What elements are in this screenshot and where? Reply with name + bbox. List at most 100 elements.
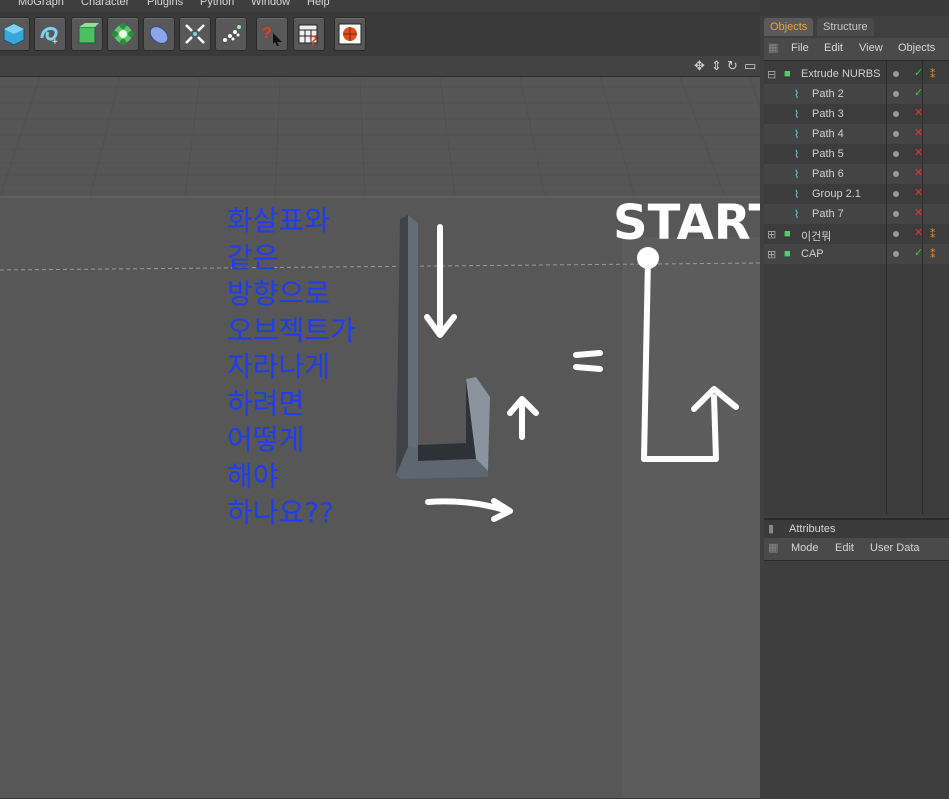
help-cursor-icon: ?: [262, 25, 282, 46]
spline-icon: ⌇: [794, 209, 800, 221]
question-line: 방향으로: [227, 277, 331, 310]
tree-item-label: 이건뭐: [801, 231, 832, 243]
help-cursor-button[interactable]: ?: [256, 17, 288, 51]
grip-icon: ▦: [768, 542, 779, 554]
rotate-view-icon[interactable]: ↻: [727, 58, 738, 74]
render-sphere-icon: [338, 23, 362, 45]
tree-item-label: Path 4: [812, 128, 844, 140]
tree-item-label: Path 3: [812, 108, 844, 120]
tab-objects[interactable]: Objects: [764, 18, 814, 36]
attributes-title: Attributes: [789, 523, 836, 535]
question-line: 해야: [227, 459, 279, 493]
column-divider: [922, 60, 923, 514]
scene-button[interactable]: [179, 17, 211, 51]
render-button[interactable]: [334, 17, 366, 51]
tag-icon[interactable]: ⁑: [930, 248, 936, 261]
viewport-header: ✥ ⇕ ↻ ▭: [0, 56, 760, 77]
deformer-icon: [149, 26, 169, 44]
tab-structure[interactable]: Structure: [817, 18, 874, 36]
visibility-dot[interactable]: [893, 71, 899, 77]
spline-icon: ⌇: [794, 109, 800, 121]
column-divider: [886, 60, 887, 514]
start-label: START: [613, 195, 760, 251]
question-line: 자라나게: [227, 350, 331, 383]
question-text: 화살표와 같은 방향으로 오브젝트가 자라나게 하려면 어떻게 해야 하나요??: [227, 203, 407, 532]
tree-item-label: Extrude NURBS: [801, 68, 881, 80]
menu-mode[interactable]: Mode: [791, 542, 819, 554]
visibility-dot[interactable]: [893, 191, 899, 197]
tag-icon[interactable]: ⁑: [930, 68, 936, 81]
visibility-dot[interactable]: [893, 211, 899, 217]
menu-plugins[interactable]: Plugins: [147, 0, 183, 8]
tree-item-label: Path 7: [812, 208, 844, 220]
visibility-dot[interactable]: [893, 231, 899, 237]
timeline-help-icon: ?: [298, 24, 318, 46]
menu-python[interactable]: Python: [200, 0, 234, 8]
question-line: 오브젝트가: [227, 313, 356, 347]
menu-bar: MoGraph Character Plugins Python Window …: [0, 0, 760, 12]
expand-icon[interactable]: ⊞: [767, 248, 776, 261]
menu-objects[interactable]: Objects: [898, 42, 935, 54]
visibility-dot[interactable]: [893, 251, 899, 257]
menu-view[interactable]: View: [859, 42, 883, 54]
tree-item-label: Path 2: [812, 88, 844, 100]
spline-icon: ⌇: [794, 169, 800, 181]
menu-edit[interactable]: Edit: [835, 542, 854, 554]
3d-viewport[interactable]: 화살표와 같은 방향으로 오브젝트가 자라나게 하려면 어떻게 해야 하나요??…: [0, 77, 760, 798]
svg-text:?: ?: [262, 25, 272, 42]
visibility-dot[interactable]: [893, 151, 899, 157]
deformer-button[interactable]: [143, 17, 175, 51]
visibility-dot[interactable]: [893, 111, 899, 117]
timeline-help-button[interactable]: ?: [293, 17, 325, 51]
menu-window[interactable]: Window: [251, 0, 290, 8]
objects-menu-bar: ▦ File Edit View Objects: [764, 38, 949, 60]
extrude-icon: ■: [784, 228, 791, 240]
spline-icon: ⌇: [794, 189, 800, 201]
maximize-view-icon[interactable]: ▭: [744, 58, 756, 74]
visibility-dot[interactable]: [893, 131, 899, 137]
menu-help[interactable]: Help: [307, 0, 330, 8]
collapse-icon[interactable]: ⊟: [767, 68, 776, 81]
toolbar: + ? ?: [0, 12, 760, 56]
nurbs-icon: [78, 23, 99, 44]
spline-pen-icon: +: [40, 27, 58, 46]
tag-icon[interactable]: ⁑: [930, 228, 936, 241]
attributes-body: [764, 560, 949, 799]
dolly-view-icon[interactable]: ⇕: [711, 58, 722, 74]
spline-icon: ⌇: [794, 149, 800, 161]
cube-icon: [3, 23, 25, 46]
question-line: 하나요??: [227, 496, 335, 529]
grip-icon: ▦: [768, 42, 779, 54]
array-cloner-icon: [112, 23, 134, 45]
tree-item-label: Path 6: [812, 168, 844, 180]
spline-icon: ⌇: [794, 129, 800, 141]
expand-icon[interactable]: ⊞: [767, 228, 776, 241]
extrude-icon: ■: [784, 248, 791, 260]
visibility-dot[interactable]: [893, 91, 899, 97]
tree-item-label: Group 2.1: [812, 188, 861, 200]
particles-button[interactable]: [215, 17, 247, 51]
menu-user-data[interactable]: User Data: [870, 542, 920, 554]
panel-grip-icon: ▮: [768, 523, 775, 535]
scene-icon: [185, 24, 205, 44]
menu-character[interactable]: Character: [81, 0, 129, 8]
spline-button[interactable]: +: [34, 17, 66, 51]
question-line: 같은: [227, 240, 279, 274]
particles-icon: [223, 25, 241, 42]
move-view-icon[interactable]: ✥: [694, 58, 705, 74]
menu-mograph[interactable]: MoGraph: [18, 0, 64, 8]
cube-button[interactable]: [0, 17, 30, 51]
attributes-header: ▮ Attributes: [764, 518, 949, 540]
svg-text:?: ?: [309, 32, 318, 46]
extrude-icon: ■: [784, 68, 791, 80]
visibility-dot[interactable]: [893, 171, 899, 177]
question-line: 화살표와: [227, 204, 331, 237]
cloner-button[interactable]: [107, 17, 139, 51]
question-line: 하려면: [227, 386, 305, 420]
question-line: 어떻게: [227, 423, 305, 456]
tree-item-label: Path 5: [812, 148, 844, 160]
nurbs-button[interactable]: [71, 17, 103, 51]
menu-file[interactable]: File: [791, 42, 809, 54]
menu-edit[interactable]: Edit: [824, 42, 843, 54]
attributes-menu-bar: ▦ Mode Edit User Data: [764, 538, 949, 560]
